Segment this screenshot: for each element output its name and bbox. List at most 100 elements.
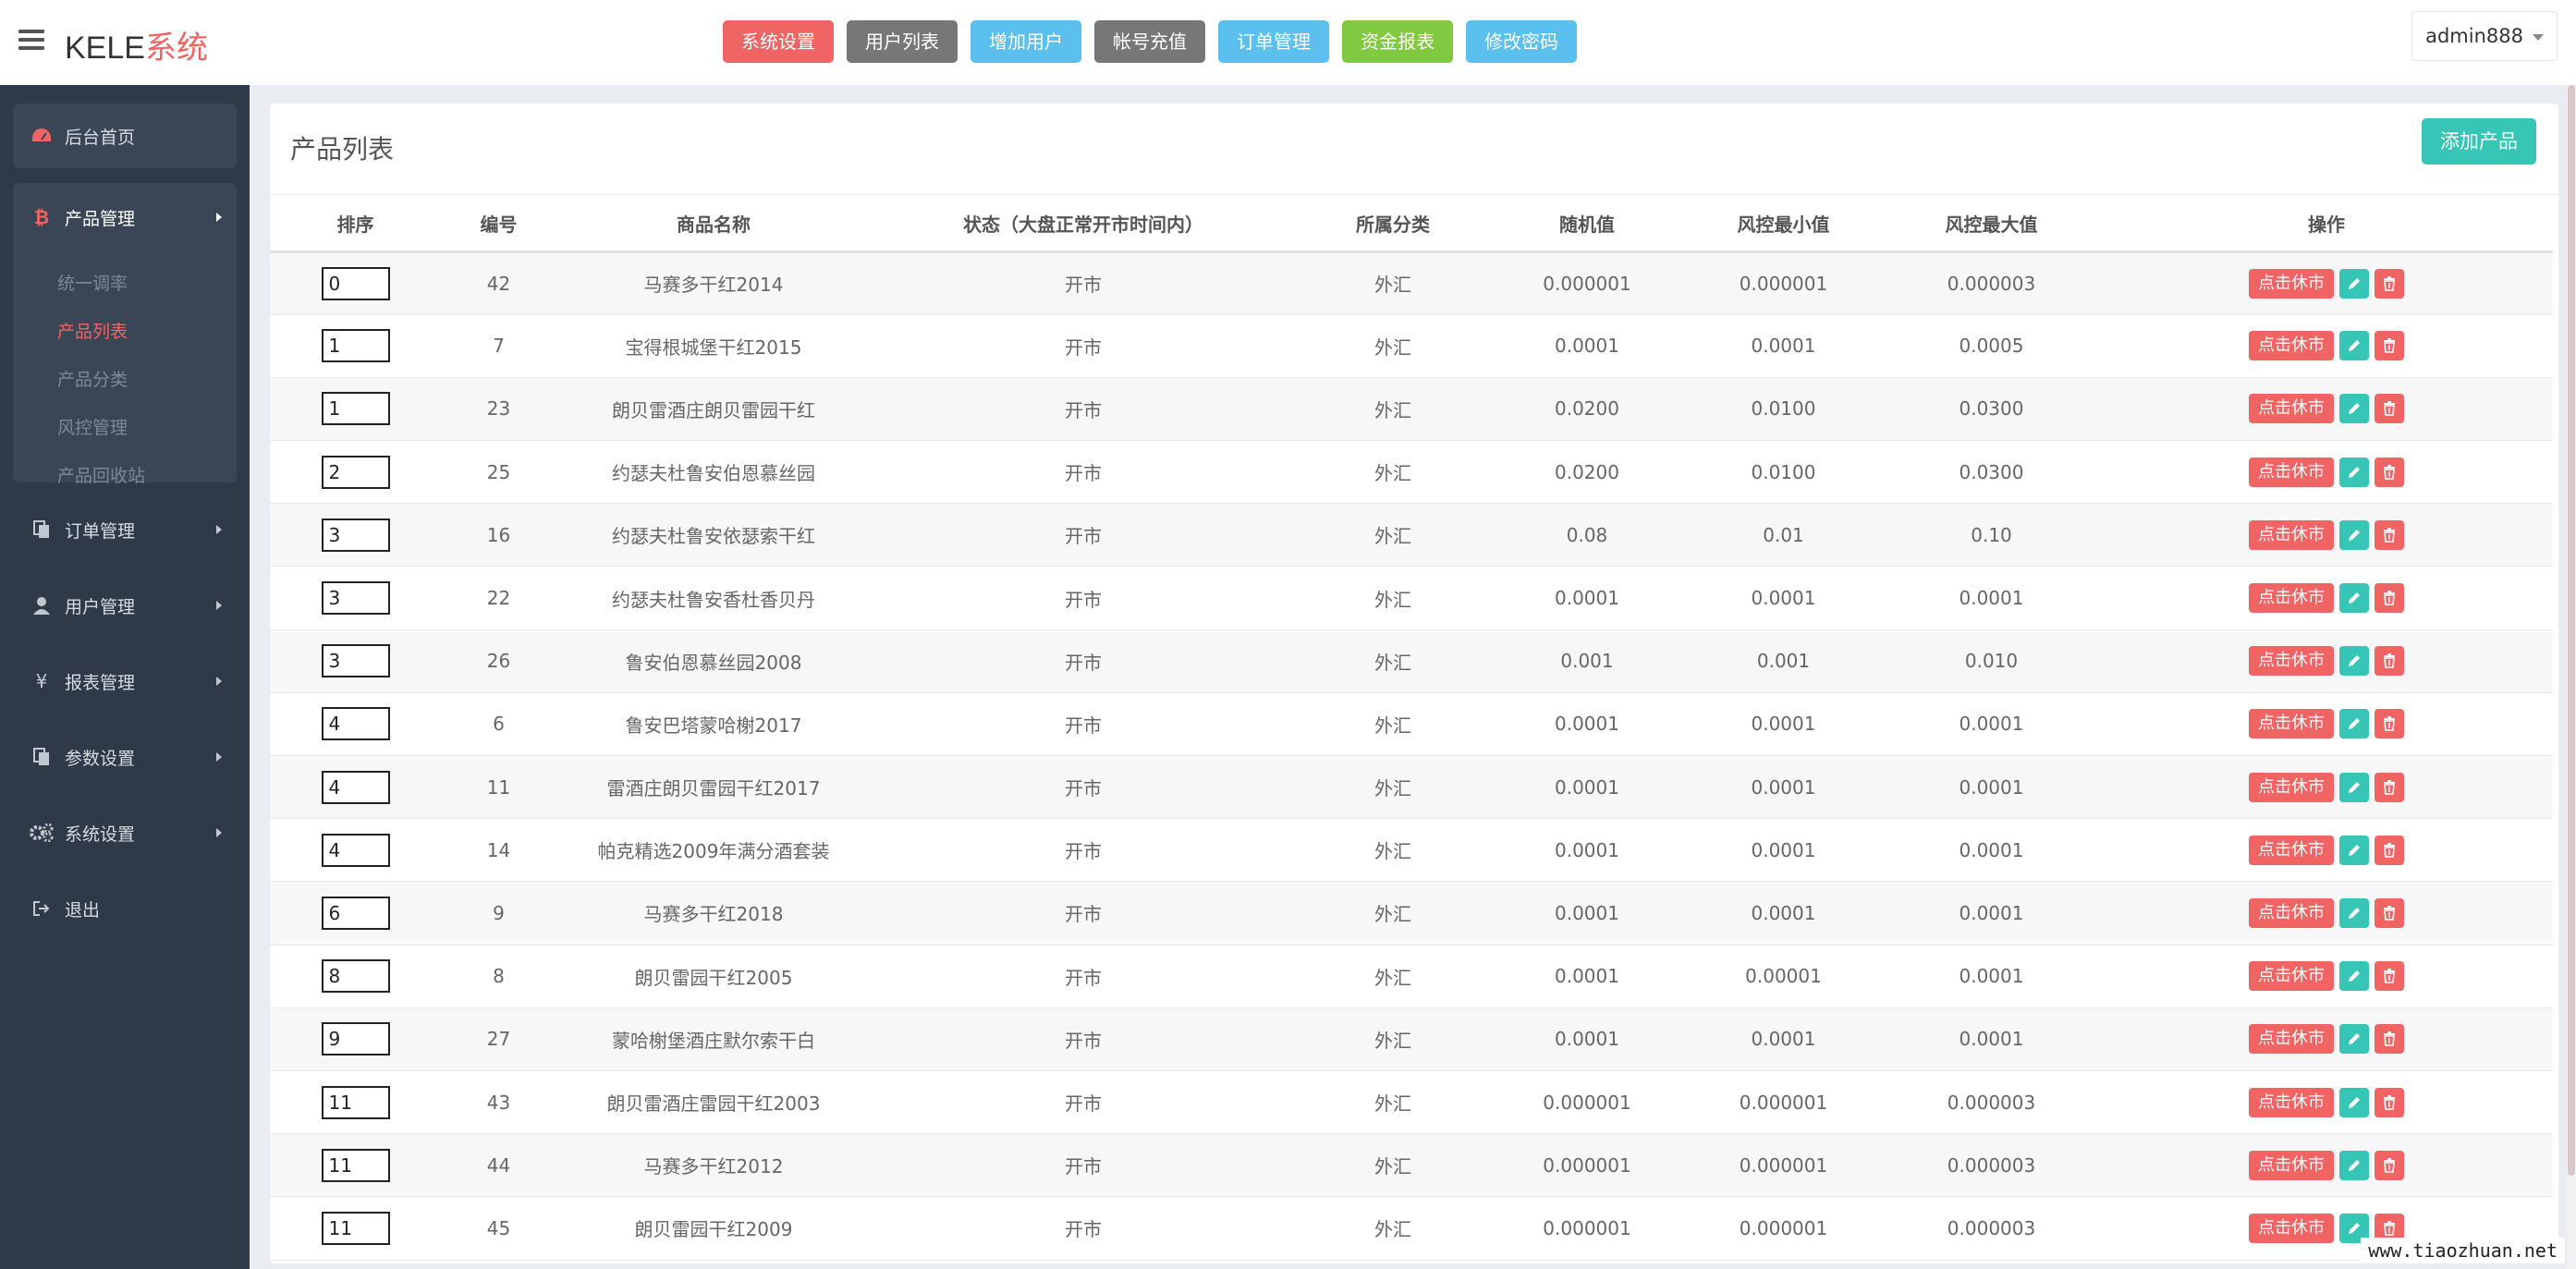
- sort-order-input[interactable]: [321, 833, 390, 867]
- close-market-button[interactable]: 点击休市: [2249, 1213, 2334, 1243]
- top-nav-button[interactable]: 资金报表: [1342, 20, 1453, 63]
- sort-order-input[interactable]: [321, 770, 390, 804]
- submenu-rate[interactable]: 统一调率: [57, 270, 128, 295]
- top-nav-button[interactable]: 修改密码: [1466, 20, 1577, 63]
- chevron-right-icon: [216, 525, 222, 534]
- sort-order-input[interactable]: [321, 581, 390, 616]
- menu-toggle-icon[interactable]: [18, 30, 44, 52]
- sort-order-input[interactable]: [321, 1085, 390, 1119]
- edit-icon[interactable]: [2339, 583, 2369, 614]
- sort-order-input[interactable]: [321, 959, 390, 994]
- submenu-product-list[interactable]: 产品列表: [57, 318, 128, 343]
- trash-icon[interactable]: [2375, 519, 2404, 550]
- edit-icon[interactable]: [2339, 961, 2369, 992]
- close-market-button[interactable]: 点击休市: [2249, 1150, 2334, 1180]
- trash-icon[interactable]: [2375, 1024, 2404, 1055]
- close-market-button[interactable]: 点击休市: [2249, 268, 2334, 299]
- trash-icon[interactable]: [2375, 331, 2404, 361]
- top-nav-button[interactable]: 系统设置: [723, 20, 834, 63]
- edit-icon[interactable]: [2339, 835, 2369, 865]
- sort-order-input[interactable]: [321, 329, 390, 363]
- close-market-button[interactable]: 点击休市: [2249, 709, 2334, 739]
- close-market-button[interactable]: 点击休市: [2249, 835, 2334, 865]
- sidebar-item-orders[interactable]: 订单管理: [13, 495, 237, 564]
- trash-icon[interactable]: [2375, 583, 2404, 614]
- sidebar: 后台首页 ₿ 产品管理 统一调率 产品列表 产品分类 风控管理 产品回收站 订单…: [0, 85, 250, 1269]
- sort-order-input[interactable]: [321, 707, 390, 741]
- close-market-button[interactable]: 点击休市: [2249, 1087, 2334, 1117]
- close-market-button[interactable]: 点击休市: [2249, 897, 2334, 928]
- edit-icon[interactable]: [2339, 646, 2369, 677]
- edit-icon[interactable]: [2339, 1087, 2369, 1117]
- sort-order-input[interactable]: [321, 896, 390, 930]
- trash-icon[interactable]: [2375, 897, 2404, 928]
- actions-cell: 点击休市: [2100, 377, 2553, 442]
- edit-icon[interactable]: [2339, 519, 2369, 550]
- user-menu[interactable]: admin888: [2411, 11, 2558, 61]
- close-market-button[interactable]: 点击休市: [2249, 331, 2334, 361]
- sort-order-input[interactable]: [321, 644, 390, 678]
- sidebar-item-params[interactable]: 参数设置: [13, 723, 237, 791]
- sidebar-item-users[interactable]: 用户管理: [13, 571, 237, 640]
- edit-icon[interactable]: [2339, 1150, 2369, 1180]
- add-product-button[interactable]: 添加产品: [2422, 118, 2536, 165]
- trash-icon[interactable]: [2375, 709, 2404, 739]
- top-nav-button[interactable]: 增加用户: [971, 20, 1081, 63]
- sort-order-input[interactable]: [321, 1148, 390, 1182]
- trash-icon[interactable]: [2375, 961, 2404, 992]
- sort-order-input[interactable]: [321, 1022, 390, 1056]
- scrollbar[interactable]: [2567, 85, 2576, 1269]
- table-row: 26鲁安伯恩慕丝园2008开市外汇0.0010.0010.010点击休市: [270, 629, 2553, 693]
- sort-order-input[interactable]: [321, 455, 390, 489]
- top-nav: 系统设置 用户列表 增加用户 帐号充值 订单管理 资金报表 修改密码: [723, 20, 1577, 63]
- sidebar-item-reports[interactable]: ¥ 报表管理: [13, 647, 237, 715]
- trash-icon[interactable]: [2375, 1150, 2404, 1180]
- edit-icon[interactable]: [2339, 457, 2369, 487]
- trash-icon[interactable]: [2375, 457, 2404, 487]
- product-list-panel: 产品列表 添加产品 排序 编号 商品名称 状态（大盘正常开市时间内） 所属分类 随机值 风控…: [270, 104, 2558, 1263]
- table-row: 25约瑟夫杜鲁安伯恩慕丝园开市外汇0.02000.01000.0300 点击休市: [270, 440, 2553, 505]
- trash-icon[interactable]: [2375, 646, 2404, 677]
- close-market-button[interactable]: 点击休市: [2249, 519, 2334, 550]
- close-market-button[interactable]: 点击休市: [2249, 583, 2334, 614]
- close-market-button[interactable]: 点击休市: [2249, 961, 2334, 992]
- edit-icon[interactable]: [2339, 268, 2369, 299]
- sidebar-item-system[interactable]: 系统设置: [13, 799, 237, 867]
- status-cell: 开市: [871, 945, 1296, 1008]
- close-market-button[interactable]: 点击休市: [2249, 1024, 2334, 1055]
- edit-icon[interactable]: [2339, 331, 2369, 361]
- sort-cell: [270, 440, 441, 505]
- table-row: 23朗贝雷酒庄朗贝雷园干红开市外汇0.02000.01000.0300 点击休市: [270, 377, 2553, 442]
- submenu-recycle-bin[interactable]: 产品回收站: [57, 462, 145, 487]
- table-row: 22约瑟夫杜鲁安香杜香贝丹开市外汇0.00010.00010.0001点击休市: [270, 566, 2553, 630]
- status-cell: 开市: [871, 440, 1296, 505]
- sort-order-input[interactable]: [321, 518, 390, 552]
- edit-icon[interactable]: [2339, 1024, 2369, 1055]
- trash-icon[interactable]: [2375, 835, 2404, 865]
- edit-icon[interactable]: [2339, 709, 2369, 739]
- table-row: 27蒙哈榭堡酒庄默尔索干白开市外汇0.00010.00010.0001点击休市: [270, 1007, 2553, 1071]
- submenu-risk-control[interactable]: 风控管理: [57, 414, 128, 439]
- scroll-thumb[interactable]: [2568, 85, 2575, 1176]
- trash-icon[interactable]: [2375, 772, 2404, 802]
- trash-icon[interactable]: [2375, 1087, 2404, 1117]
- sidebar-item-products[interactable]: ₿ 产品管理: [13, 183, 237, 251]
- close-market-button[interactable]: 点击休市: [2249, 457, 2334, 487]
- sort-order-input[interactable]: [321, 392, 390, 426]
- edit-icon[interactable]: [2339, 897, 2369, 928]
- close-market-button[interactable]: 点击休市: [2249, 394, 2334, 424]
- sidebar-item-home[interactable]: 后台首页: [13, 104, 237, 168]
- trash-icon[interactable]: [2375, 394, 2404, 424]
- sidebar-item-logout[interactable]: 退出: [13, 874, 237, 943]
- submenu-product-category[interactable]: 产品分类: [57, 366, 128, 391]
- close-market-button[interactable]: 点击休市: [2249, 646, 2334, 677]
- sort-order-input[interactable]: [321, 1211, 390, 1245]
- trash-icon[interactable]: [2375, 268, 2404, 299]
- edit-icon[interactable]: [2339, 394, 2369, 424]
- close-market-button[interactable]: 点击休市: [2249, 772, 2334, 802]
- top-nav-button[interactable]: 用户列表: [847, 20, 958, 63]
- top-nav-button[interactable]: 订单管理: [1218, 20, 1329, 63]
- top-nav-button[interactable]: 帐号充值: [1094, 20, 1205, 63]
- edit-icon[interactable]: [2339, 772, 2369, 802]
- sort-order-input[interactable]: [321, 266, 390, 300]
